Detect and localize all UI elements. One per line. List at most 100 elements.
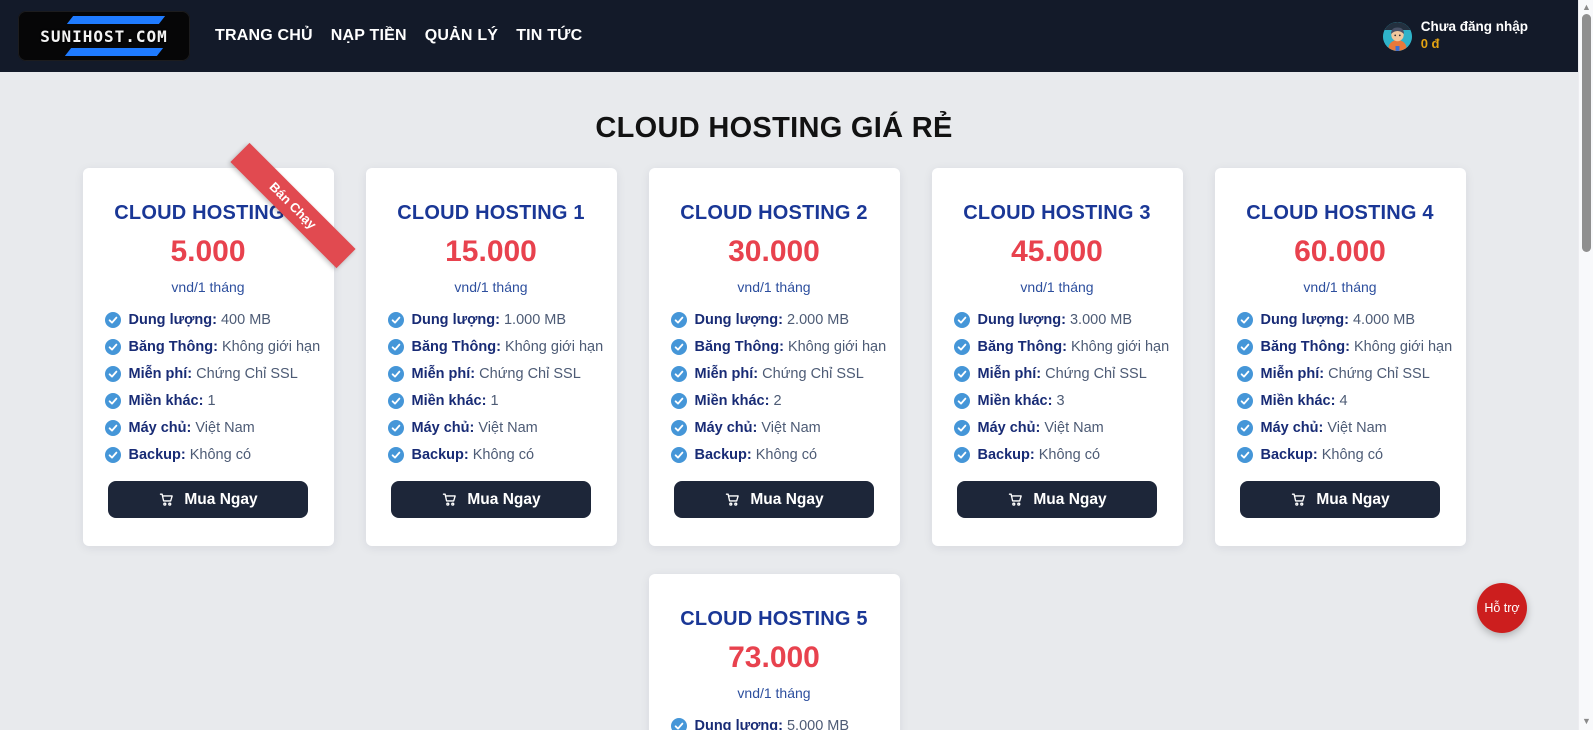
feature-item: Dung lượng: 1.000 MB [388, 312, 595, 328]
nav-item-quan-ly[interactable]: QUẢN LÝ [416, 27, 507, 45]
pricing-card: CLOUD HOSTING 1 15.000 vnd/1 tháng Dung … [366, 168, 617, 546]
check-icon-wrap [671, 339, 687, 355]
feature-value: Việt Nam [1327, 420, 1386, 436]
check-icon [1237, 312, 1253, 328]
feature-value: Chứng Chỉ SSL [762, 366, 864, 382]
feature-value: Không có [756, 447, 817, 463]
feature-label: Backup: [978, 447, 1035, 463]
check-icon [105, 339, 121, 355]
check-icon [1237, 339, 1253, 355]
check-icon-wrap [671, 393, 687, 409]
feature-label: Miền khác: [412, 393, 487, 409]
avatar[interactable] [1383, 22, 1412, 51]
check-icon-wrap [954, 393, 970, 409]
pricing-card: CLOUD HOSTING 5 73.000 vnd/1 tháng Dung … [649, 574, 900, 730]
feature-item: Băng Thông: Không giới hạn [954, 339, 1161, 355]
check-icon-wrap [671, 312, 687, 328]
nav-item-nap-tien[interactable]: NẠP TIỀN [322, 27, 416, 45]
feature-item: Backup: Không có [671, 447, 878, 463]
cart-icon [441, 491, 458, 508]
check-icon [105, 447, 121, 463]
plan-title: CLOUD HOSTING 3 [954, 202, 1161, 225]
feature-value: Không giới hạn [1354, 339, 1452, 355]
buy-button[interactable]: Mua Ngay [674, 481, 874, 518]
buy-button-label: Mua Ngay [1033, 491, 1106, 509]
feature-item: Backup: Không có [954, 447, 1161, 463]
feature-value: 2 [773, 393, 781, 409]
buy-button[interactable]: Mua Ngay [957, 481, 1157, 518]
feature-label: Miền khác: [695, 393, 770, 409]
scrollbar-thumb[interactable] [1582, 14, 1591, 252]
feature-item: Miền khác: 1 [105, 393, 312, 409]
feature-item: Miền khác: 4 [1237, 393, 1444, 409]
check-icon-wrap [105, 393, 121, 409]
check-icon-wrap [954, 312, 970, 328]
nav-item-tin-tuc[interactable]: TIN TỨC [507, 27, 591, 45]
feature-label: Miễn phí: [695, 366, 759, 382]
check-icon-wrap [388, 312, 404, 328]
pricing-card: Bán Chạy CLOUD HOSTING 0 5.000 vnd/1 thá… [83, 168, 334, 546]
feature-item: Miễn phí: Chứng Chỉ SSL [1237, 366, 1444, 382]
feature-label: Miền khác: [978, 393, 1053, 409]
feature-label: Băng Thông: [412, 339, 501, 355]
buy-button-label: Mua Ngay [184, 491, 257, 509]
user-widget: Chưa đăng nhập 0 đ [1383, 19, 1528, 52]
feature-item: Miễn phí: Chứng Chỉ SSL [388, 366, 595, 382]
avatar-icon [1383, 22, 1412, 51]
site-logo[interactable]: SUNIHOST.COM [18, 11, 190, 61]
feature-value: Việt Nam [195, 420, 254, 436]
feature-label: Máy chủ: [1261, 420, 1324, 436]
cart-icon [724, 491, 741, 508]
feature-label: Backup: [1261, 447, 1318, 463]
buy-button[interactable]: Mua Ngay [1240, 481, 1440, 518]
check-icon-wrap [671, 420, 687, 436]
main-nav: TRANG CHỦ NẠP TIỀN QUẢN LÝ TIN TỨC [206, 27, 591, 45]
feature-label: Miễn phí: [1261, 366, 1325, 382]
feature-value: 2.000 MB [787, 312, 849, 328]
feature-value: 4 [1339, 393, 1347, 409]
check-icon [954, 420, 970, 436]
check-icon [671, 339, 687, 355]
feature-item: Dung lượng: 2.000 MB [671, 312, 878, 328]
cart-icon [1007, 491, 1024, 508]
feature-item: Máy chủ: Việt Nam [1237, 420, 1444, 436]
check-icon [671, 718, 687, 730]
feature-item: Miễn phí: Chứng Chỉ SSL [105, 366, 312, 382]
plan-period: vnd/1 tháng [671, 685, 878, 701]
feature-list: Dung lượng: 3.000 MBBăng Thông: Không gi… [954, 312, 1161, 463]
buy-button[interactable]: Mua Ngay [391, 481, 591, 518]
buy-button[interactable]: Mua Ngay [108, 481, 308, 518]
feature-value: Không có [1039, 447, 1100, 463]
check-icon [105, 420, 121, 436]
buy-button-label: Mua Ngay [1316, 491, 1389, 509]
feature-value: 5.000 MB [787, 718, 849, 730]
feature-label: Miễn phí: [978, 366, 1042, 382]
check-icon-wrap [671, 366, 687, 382]
check-icon-wrap [671, 447, 687, 463]
plan-period: vnd/1 tháng [1237, 279, 1444, 295]
buy-button-label: Mua Ngay [467, 491, 540, 509]
check-icon [954, 447, 970, 463]
feature-label: Backup: [129, 447, 186, 463]
support-button[interactable]: Hỗ trợ [1477, 583, 1527, 633]
plan-period: vnd/1 tháng [388, 279, 595, 295]
check-icon-wrap [1237, 447, 1253, 463]
check-icon-wrap [671, 718, 687, 730]
plan-period: vnd/1 tháng [105, 279, 312, 295]
check-icon-wrap [105, 447, 121, 463]
plan-price: 73.000 [671, 641, 878, 675]
feature-value: Không giới hạn [505, 339, 603, 355]
buy-button-label: Mua Ngay [750, 491, 823, 509]
check-icon [388, 420, 404, 436]
feature-item: Máy chủ: Việt Nam [388, 420, 595, 436]
feature-item: Máy chủ: Việt Nam [954, 420, 1161, 436]
main-content: CLOUD HOSTING GIÁ RẺ Bán Chạy CLOUD HOST… [82, 112, 1466, 730]
feature-label: Máy chủ: [978, 420, 1041, 436]
feature-item: Miền khác: 2 [671, 393, 878, 409]
plan-price: 5.000 [105, 235, 312, 269]
scrollbar-down-icon[interactable]: ▼ [1579, 714, 1593, 728]
scrollbar-up-icon[interactable]: ▲ [1579, 0, 1593, 14]
nav-item-trang-chu[interactable]: TRANG CHỦ [206, 27, 322, 45]
plan-title: CLOUD HOSTING 4 [1237, 202, 1444, 225]
plan-price: 60.000 [1237, 235, 1444, 269]
